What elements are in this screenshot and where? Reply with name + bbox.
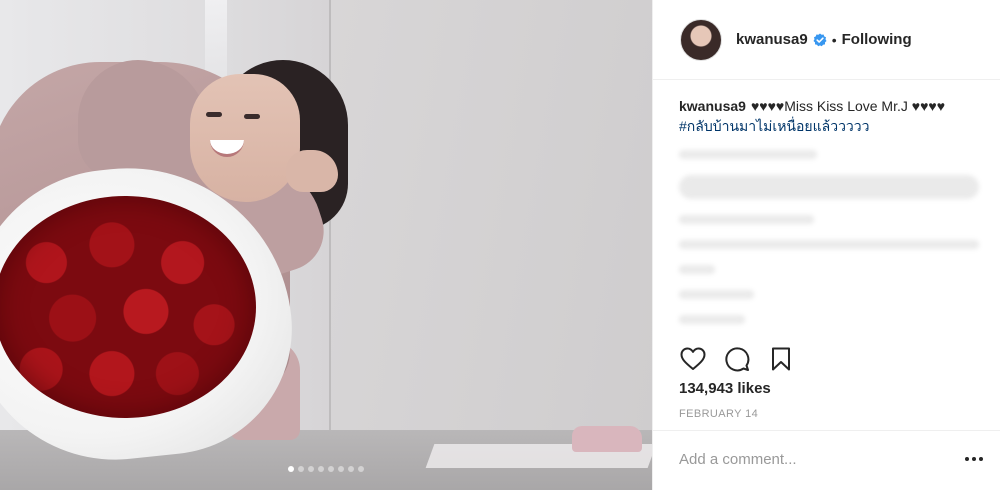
photo-wall-right <box>330 0 652 440</box>
avatar[interactable] <box>680 18 722 61</box>
heart-icon <box>680 347 706 370</box>
more-options-button[interactable] <box>962 451 986 467</box>
caption-hashtag[interactable]: #กลับบ้านมาไม่เหนื่อยแล้ววววว <box>679 118 870 134</box>
carousel-dot[interactable] <box>358 466 364 472</box>
carousel-dot[interactable] <box>298 466 304 472</box>
caption-username[interactable]: kwanusa9 <box>679 98 746 114</box>
likes-count[interactable]: 134,943 likes <box>679 380 771 397</box>
more-options-icon <box>972 457 976 461</box>
carousel-dot[interactable] <box>338 466 344 472</box>
photo-eye-right <box>244 114 260 119</box>
carousel-dot[interactable] <box>288 466 294 472</box>
save-button[interactable] <box>767 345 795 373</box>
photo-eye-left <box>206 112 222 117</box>
photo-face <box>190 74 300 202</box>
carousel-dot[interactable] <box>328 466 334 472</box>
carousel-indicator[interactable] <box>0 466 652 472</box>
post-side-panel: kwanusa9 • Following kwanusa9 ♥♥♥♥Miss Ki… <box>652 0 1000 490</box>
post-header: kwanusa9 • Following <box>653 0 1000 80</box>
following-button[interactable]: Following <box>842 31 912 48</box>
more-options-icon <box>965 457 969 461</box>
comment-bar <box>653 430 1000 490</box>
post-date[interactable]: FEBRUARY 14 <box>679 408 758 420</box>
comment-input[interactable] <box>679 445 949 473</box>
caption-text: ♥♥♥♥Miss Kiss Love Mr.J ♥♥♥♥ <box>750 98 946 114</box>
blurred-comments <box>679 150 979 340</box>
more-options-icon <box>979 457 983 461</box>
like-button[interactable] <box>679 345 707 373</box>
post-actions <box>679 345 975 373</box>
photo-light <box>205 0 227 80</box>
photo-hand <box>286 150 338 192</box>
post-photo[interactable] <box>0 0 652 490</box>
comment-button[interactable] <box>723 345 751 373</box>
header-username[interactable]: kwanusa9 <box>736 31 808 48</box>
post-caption: kwanusa9 ♥♥♥♥Miss Kiss Love Mr.J ♥♥♥♥ #กล… <box>679 96 979 136</box>
photo-pink-object <box>572 426 642 452</box>
verified-badge-icon <box>813 33 827 47</box>
comment-icon <box>725 347 750 372</box>
photo-roses <box>0 196 256 418</box>
carousel-dot[interactable] <box>308 466 314 472</box>
bookmark-icon <box>772 347 790 371</box>
header-bullet: • <box>831 31 837 48</box>
carousel-dot[interactable] <box>318 466 324 472</box>
carousel-dot[interactable] <box>348 466 354 472</box>
instagram-post: kwanusa9 • Following kwanusa9 ♥♥♥♥Miss Ki… <box>0 0 1000 490</box>
